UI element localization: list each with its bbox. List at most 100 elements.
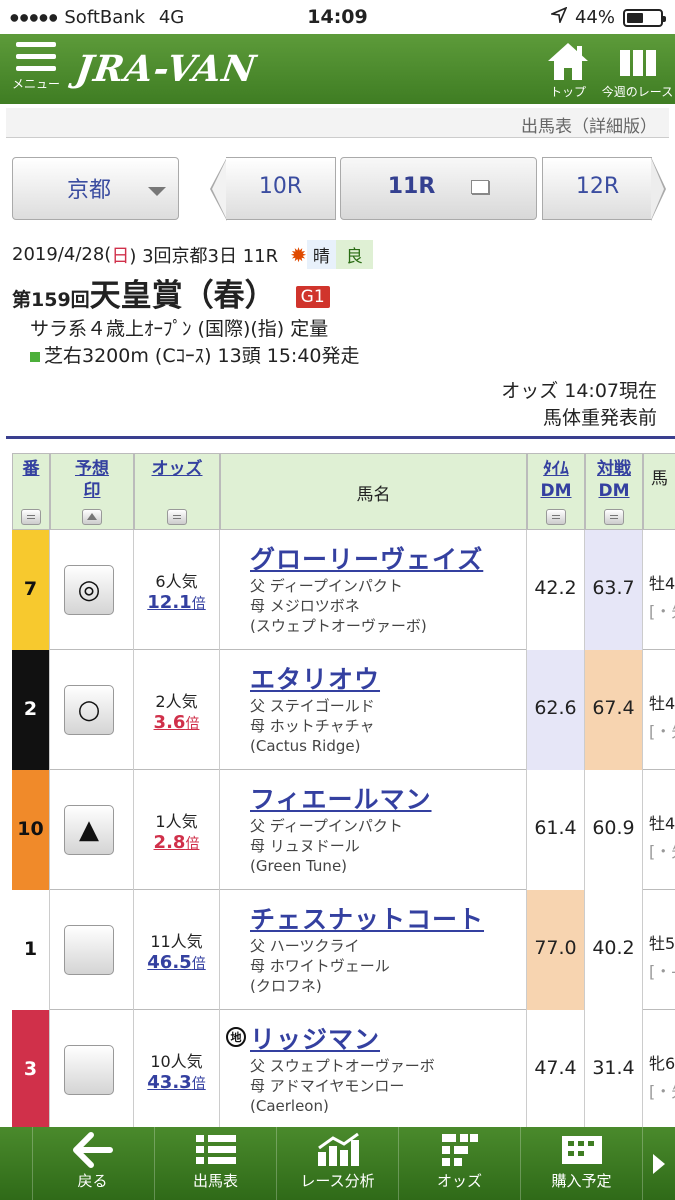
odds-grid-icon bbox=[441, 1134, 478, 1166]
top-button[interactable]: トップ bbox=[540, 40, 596, 100]
local-horse-badge: 地 bbox=[226, 1027, 246, 1047]
menu-label: メニュー bbox=[11, 77, 60, 91]
horse-cell: 地リッジマン父 スウェプトオーヴァーボ母 アドマイヤモンロー (Caerleon) bbox=[220, 1010, 527, 1130]
week-races-button[interactable]: 今週のレース bbox=[600, 40, 675, 100]
grade-badge: G1 bbox=[295, 286, 330, 308]
week-label: 今週のレース bbox=[601, 85, 674, 99]
horse-name-link[interactable]: エタリオウ bbox=[250, 660, 526, 696]
prediction-mark-button[interactable]: ○ bbox=[64, 685, 114, 735]
back-button[interactable]: 戻る bbox=[32, 1127, 152, 1200]
odds-unit: 倍 bbox=[191, 596, 206, 612]
match-dm: 31.4 bbox=[585, 1010, 643, 1130]
odds-note: オッズ 14:07現在 馬体重発表前 bbox=[501, 378, 657, 432]
odds-label: オッズ bbox=[436, 1172, 482, 1190]
window-icon bbox=[471, 180, 490, 194]
chart-icon bbox=[317, 1132, 359, 1166]
odds-unit: 倍 bbox=[191, 1076, 206, 1092]
race-tab-current-label: 11R bbox=[387, 174, 436, 199]
dam-sire: (Green Tune) bbox=[250, 857, 348, 875]
purchase-label: 購入予定 bbox=[551, 1172, 612, 1190]
prediction-mark-button[interactable] bbox=[64, 1045, 114, 1095]
odds-link[interactable]: 43.3倍 bbox=[134, 1072, 219, 1093]
race-tab-next[interactable]: 12R bbox=[542, 157, 652, 220]
chevron-right-icon bbox=[653, 1153, 665, 1174]
prediction-cell: ◎ bbox=[50, 530, 134, 650]
running-style: [・- bbox=[649, 962, 675, 981]
odds-link[interactable]: 3.6倍 bbox=[134, 712, 219, 733]
race-tab-current[interactable]: 11R bbox=[340, 157, 537, 220]
weight-note: 馬体重発表前 bbox=[542, 407, 657, 429]
horse-name-link[interactable]: チェスナットコート bbox=[250, 900, 526, 936]
odds-cell: 1人気 2.8倍 bbox=[134, 770, 220, 890]
prediction-mark-button[interactable]: ▲ bbox=[64, 805, 114, 855]
horse-cell: エタリオウ父 ステイゴールド母 ホットチャチャ (Cactus Ridge) bbox=[220, 650, 527, 770]
app-header: メニュー JRA-VAN トップ 今週のレース bbox=[0, 34, 675, 104]
section-divider bbox=[6, 436, 675, 439]
app-logo[interactable]: JRA-VAN bbox=[73, 48, 259, 90]
horse-name-link[interactable]: グローリーヴェイズ bbox=[250, 540, 526, 576]
bottom-nav: 戻る 出馬表 レース分析 オッズ 購入予定 bbox=[0, 1127, 675, 1200]
horse-cell: フィエールマン父 ディープインパクト母 リュヌドール (Green Tune) bbox=[220, 770, 527, 890]
odds-button[interactable]: オッズ bbox=[398, 1127, 520, 1200]
table-row[interactable]: 10 ▲ 1人気 2.8倍 フィエールマン父 ディープインパクト母 リュヌドール (Gre… bbox=[12, 770, 675, 890]
sort-icon[interactable] bbox=[604, 509, 624, 525]
col-header-odds[interactable]: オッズ bbox=[134, 453, 220, 530]
dam: 母 アドマイヤモンロー bbox=[250, 1077, 405, 1095]
sort-icon[interactable] bbox=[546, 509, 566, 525]
odds-link[interactable]: 12.1倍 bbox=[134, 592, 219, 613]
horse-name-link[interactable]: リッジマン bbox=[250, 1020, 526, 1056]
race-tab-prev[interactable]: 10R bbox=[226, 157, 336, 220]
prediction-cell: ▲ bbox=[50, 770, 134, 890]
back-arrow-icon bbox=[72, 1132, 113, 1168]
dam: 母 ホワイトヴェール bbox=[250, 957, 390, 975]
venue-dropdown[interactable]: 京都 bbox=[12, 157, 179, 220]
col-header-sdm-label-1: 対戦 bbox=[597, 459, 631, 479]
col-header-mark[interactable]: 予想 印 bbox=[50, 453, 134, 530]
entries-button[interactable]: 出馬表 bbox=[154, 1127, 276, 1200]
col-header-odds-label: オッズ bbox=[151, 459, 203, 479]
time-dm: 61.4 bbox=[527, 770, 585, 890]
sire: 父 スウェプトオーヴァーボ bbox=[250, 1057, 435, 1075]
col-header-ban[interactable]: 番 bbox=[12, 453, 50, 530]
extra-cell: 牡4 [・先 bbox=[643, 650, 675, 770]
match-dm: 67.4 bbox=[585, 650, 643, 770]
table-row[interactable]: 2 ○ 2人気 3.6倍 エタリオウ父 ステイゴールド母 ホットチャチャ (Cactus … bbox=[12, 650, 675, 770]
analysis-button[interactable]: レース分析 bbox=[276, 1127, 398, 1200]
horse-name-link[interactable]: フィエールマン bbox=[250, 780, 526, 816]
race-weekday: 日 bbox=[111, 245, 130, 267]
status-right: 44% bbox=[549, 6, 666, 28]
sort-up-icon[interactable] bbox=[82, 509, 102, 525]
col-header-mark-label-2: 印 bbox=[83, 481, 101, 501]
running-style: [・先 bbox=[649, 842, 675, 861]
match-dm: 40.2 bbox=[585, 890, 643, 1010]
post-number: 7 bbox=[12, 530, 50, 650]
odds-value: 12.1 bbox=[147, 592, 192, 613]
popularity: 6人気 bbox=[155, 572, 198, 591]
col-header-ban-label: 番 bbox=[22, 459, 40, 479]
col-header-sdm[interactable]: 対戦 DM bbox=[585, 453, 643, 530]
table-row[interactable]: 1 11人気 46.5倍 チェスナットコート父 ハーツクライ母 ホワイトヴェール (クロ… bbox=[12, 890, 675, 1010]
post-number: 3 bbox=[12, 1010, 50, 1130]
sire: 父 ステイゴールド bbox=[250, 697, 375, 715]
turf-marker-icon bbox=[30, 352, 40, 362]
prediction-mark-button[interactable] bbox=[64, 925, 114, 975]
prediction-mark-button[interactable]: ◎ bbox=[64, 565, 114, 615]
table-row[interactable]: 3 10人気 43.3倍地リッジマン父 スウェプトオーヴァーボ母 アドマイヤモンロー… bbox=[12, 1010, 675, 1130]
odds-value: 46.5 bbox=[147, 952, 192, 973]
nav-more-button[interactable] bbox=[642, 1127, 675, 1200]
menu-button[interactable]: メニュー bbox=[10, 42, 62, 92]
analysis-label: レース分析 bbox=[300, 1172, 375, 1190]
sort-icon[interactable] bbox=[21, 509, 41, 525]
sort-icon[interactable] bbox=[167, 509, 187, 525]
odds-link[interactable]: 46.5倍 bbox=[134, 952, 219, 973]
col-header-name: 馬名 bbox=[220, 453, 527, 530]
running-style: [・先 bbox=[649, 722, 675, 741]
table-row[interactable]: 7 ◎ 6人気 12.1倍 グローリーヴェイズ父 ディープインパクト母 メジロツボネ (ス… bbox=[12, 530, 675, 650]
sun-icon: ✹ bbox=[290, 242, 307, 267]
col-header-sdm-label-2: DM bbox=[598, 481, 630, 501]
purchase-button[interactable]: 購入予定 bbox=[520, 1127, 642, 1200]
popularity: 2人気 bbox=[155, 692, 198, 711]
col-header-tdm[interactable]: ﾀｲﾑ DM bbox=[527, 453, 585, 530]
dam: 母 ホットチャチャ bbox=[250, 717, 375, 735]
odds-link[interactable]: 2.8倍 bbox=[134, 832, 219, 853]
